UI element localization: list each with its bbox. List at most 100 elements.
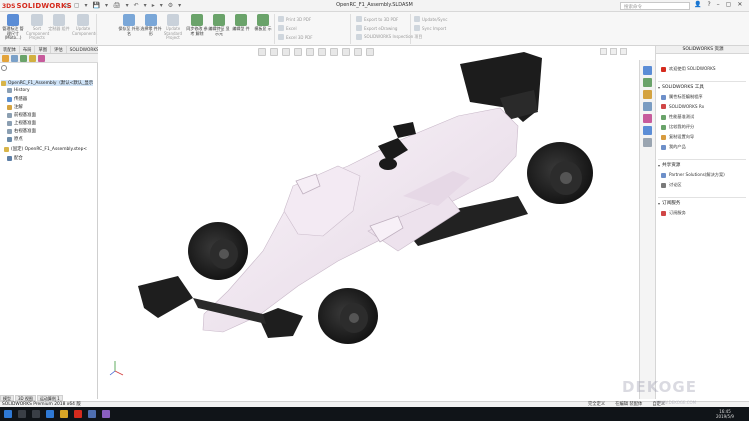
file-explorer-icon[interactable] (643, 90, 652, 99)
cortana-icon[interactable] (18, 410, 26, 418)
ribbon-small-item[interactable]: Update/Sync (414, 16, 447, 22)
tab-0[interactable]: 装配体 (0, 46, 20, 53)
taskbar-clock[interactable]: 16:45 2019/5/9 (716, 409, 734, 419)
task-pane-link[interactable]: 比较我的评分 (661, 124, 694, 130)
zoom-fit-icon[interactable] (258, 48, 266, 56)
task-pane-link[interactable]: 讨论区 (661, 182, 682, 188)
section-view-icon[interactable] (294, 48, 302, 56)
design-library-icon[interactable] (643, 78, 652, 87)
solidworks-taskbar-icon[interactable] (74, 410, 82, 418)
task-pane-link[interactable]: SOLIDWORKS Rx (661, 104, 704, 109)
ribbon-small-item[interactable]: Export eDrawing (356, 25, 397, 31)
ribbon-small-item[interactable]: SOLIDWORKS Inspection 项目 (356, 34, 422, 40)
app-taskbar-icon[interactable] (88, 410, 96, 418)
task-pane-link[interactable]: 我的产品 (661, 144, 686, 150)
ribbon-button[interactable]: Sort Component Projects (26, 13, 50, 41)
ribbon-button-icon (213, 14, 225, 26)
welcome-link[interactable]: 欢迎使用 SOLIDWORKS (661, 66, 716, 72)
home-tab-icon[interactable] (643, 66, 652, 75)
dimxpert-icon[interactable] (29, 55, 36, 62)
ribbon-button[interactable]: 同步修改 参考 解除 (186, 13, 208, 36)
custom-properties-icon[interactable] (643, 126, 652, 135)
ribbon-small-item[interactable]: Export to 3D PDF (356, 16, 398, 22)
ribbon-button[interactable]: 模板显 示 (252, 13, 274, 32)
search-commands-input[interactable]: 搜索命令 (620, 2, 690, 10)
tree-item[interactable]: 原点 (7, 136, 23, 142)
tab-3[interactable]: 评估 (51, 46, 67, 53)
task-pane-section-header[interactable]: ▾ 订阅服务 (658, 200, 680, 207)
minimize-button[interactable]: – (717, 1, 720, 8)
ribbon-button[interactable]: 编辑型 件 (230, 13, 252, 32)
task-pane-link[interactable]: Partner Solutions(解决方案) (661, 172, 725, 178)
ribbon-button[interactable]: Update Components (72, 13, 97, 36)
tree-item[interactable]: 前视基准面 (7, 112, 36, 118)
tree-item[interactable]: 注解 (7, 104, 23, 110)
tree-root[interactable]: OpenRC_F1_Assembly（默认<默认_显示 (1, 80, 94, 86)
tab-2[interactable]: 草图 (35, 46, 52, 53)
view-orientation-icon[interactable] (306, 48, 314, 56)
ribbon-button-icon (235, 14, 247, 26)
help-icon[interactable]: ? (707, 1, 710, 8)
ribbon-button[interactable]: 管理标注 管理尺寸 (Moto...) (2, 13, 24, 41)
task-pane: SOLIDWORKS 资源 欢迎使用 SOLIDWORKS ▾ SOLIDWORK… (655, 46, 749, 399)
ribbon-button-icon (167, 14, 179, 26)
apply-scene-icon[interactable] (354, 48, 362, 56)
ribbon-small-item[interactable]: Sync Import (414, 25, 446, 31)
tree-item[interactable]: 上视基准面 (7, 120, 36, 126)
ribbon-button[interactable]: 选择零 件外形 (140, 13, 162, 36)
task-pane-link[interactable]: 属性标签编制程序 (661, 94, 703, 100)
configuration-manager-icon[interactable] (20, 55, 27, 62)
collapse-arrow-icon: ▾ (658, 162, 661, 168)
view-palette-icon[interactable] (643, 102, 652, 111)
task-pane-link[interactable]: 性能基准测试 (661, 114, 694, 120)
start-icon[interactable] (4, 410, 12, 418)
ribbon-button[interactable]: Update Standard Project (162, 13, 184, 41)
task-pane-section-header[interactable]: ▾ SOLIDWORKS 工具 (658, 84, 704, 91)
graphics-area[interactable] (98, 46, 639, 399)
zoom-area-icon[interactable] (270, 48, 278, 56)
hide-show-icon[interactable] (330, 48, 338, 56)
edge-icon[interactable] (46, 410, 54, 418)
maximize-button[interactable]: ▢ (726, 1, 732, 8)
task-view-icon[interactable] (32, 410, 40, 418)
user-icon[interactable]: 👤 (694, 1, 701, 8)
tree-item[interactable]: (固定) OpenRC_F1_Assembly.step< (4, 146, 87, 152)
edit-appearance-icon[interactable] (342, 48, 350, 56)
filter-icon[interactable] (1, 65, 7, 71)
task-pane-link-icon (661, 114, 666, 120)
task-pane-link[interactable]: 订阅服务 (661, 210, 686, 216)
ribbon-button[interactable]: 定制器 组件 (48, 13, 70, 32)
tree-item[interactable]: 传感器 (7, 96, 27, 102)
ribbon-button[interactable]: 编辑特征 显示元 (208, 13, 230, 36)
property-manager-icon[interactable] (11, 55, 18, 62)
ribbon-small-item[interactable]: Excel (278, 25, 297, 31)
viewport-restore-icon[interactable] (610, 48, 617, 55)
ribbon-small-item[interactable]: Excel 3D PDF (278, 34, 313, 40)
task-pane-link[interactable]: 复制设置向导 (661, 134, 694, 140)
viewport-minimize-icon[interactable] (600, 48, 607, 55)
ribbon-button-label: Sort Component Projects (26, 26, 50, 41)
tree-item-icon (7, 155, 12, 161)
viewport-controls (600, 48, 627, 55)
tab-1[interactable]: 布局 (20, 46, 36, 53)
tree-item[interactable]: 配合 (7, 155, 23, 161)
forum-icon[interactable] (643, 138, 652, 147)
display-style-icon[interactable] (318, 48, 326, 56)
ribbon-button-label: 定制器 组件 (48, 26, 70, 31)
display-manager-icon[interactable] (38, 55, 45, 62)
close-button[interactable]: ✕ (737, 1, 742, 8)
task-pane-section-header[interactable]: ▾ 共享资源 (658, 162, 680, 169)
feature-manager-icon[interactable] (2, 55, 9, 62)
previous-view-icon[interactable] (282, 48, 290, 56)
ribbon-small-item[interactable]: Print 3D PDF (278, 16, 311, 22)
tree-item[interactable]: History (7, 88, 30, 93)
viewport-close-icon[interactable] (620, 48, 627, 55)
explorer-icon[interactable] (60, 410, 68, 418)
ribbon-small-icon (356, 34, 362, 40)
ribbon-button-label: Update Standard Project (163, 26, 183, 41)
tree-item[interactable]: 右视基准面 (7, 128, 36, 134)
view-settings-icon[interactable] (366, 48, 374, 56)
appearances-icon[interactable] (643, 114, 652, 123)
app2-taskbar-icon[interactable] (102, 410, 110, 418)
ribbon-button[interactable]: 保存至 外形名 (118, 13, 140, 36)
